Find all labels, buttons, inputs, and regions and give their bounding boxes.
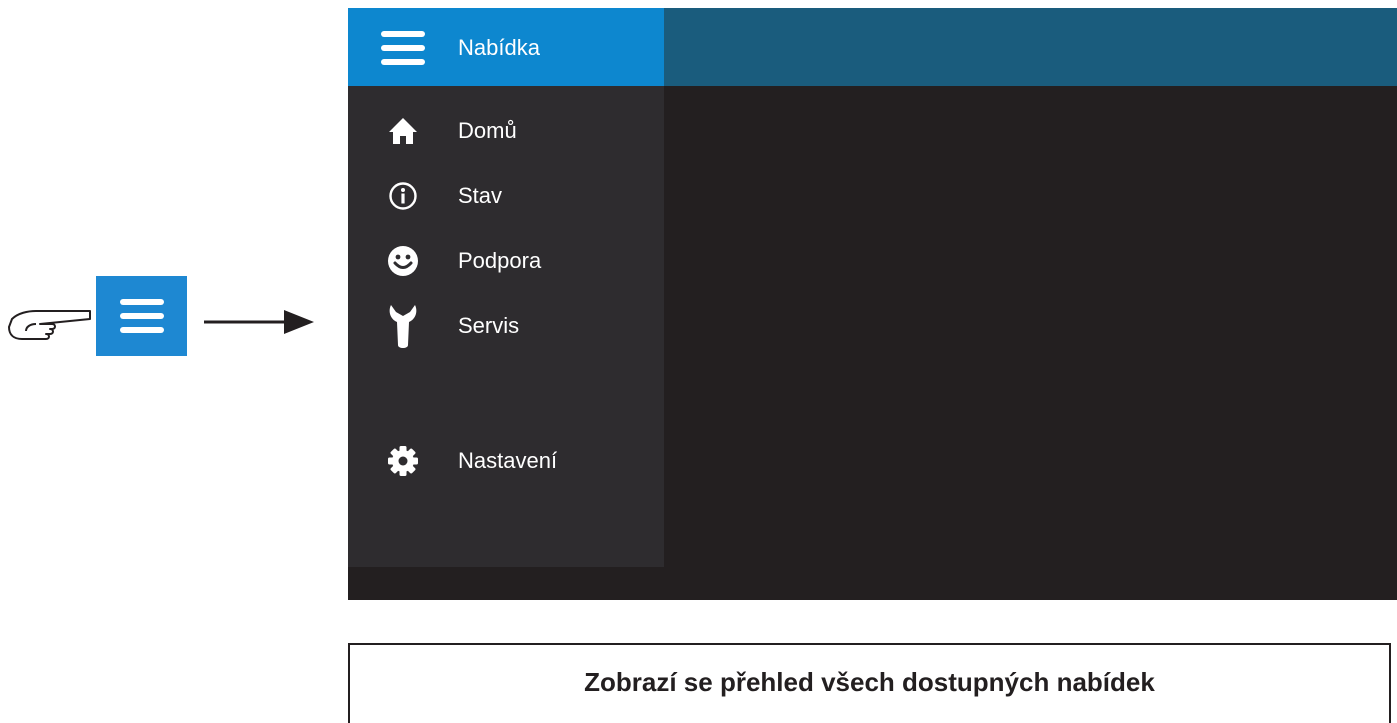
device-screen: Nabídka Domů Stav Podpora Servis Nastave… bbox=[348, 8, 1397, 600]
menu-item-label: Stav bbox=[458, 183, 503, 208]
drawer-header[interactable]: Nabídka bbox=[348, 8, 664, 86]
menu-item-status[interactable]: Stav bbox=[348, 171, 664, 221]
menu-item-home[interactable]: Domů bbox=[348, 106, 664, 156]
menu-item-support[interactable]: Podpora bbox=[348, 236, 664, 286]
drawer-title: Nabídka bbox=[458, 35, 540, 60]
hamburger-menu-icon bbox=[119, 299, 164, 333]
menu-item-label: Podpora bbox=[458, 248, 542, 273]
menu-item-service[interactable]: Servis bbox=[348, 301, 664, 351]
hamburger-menu-button[interactable] bbox=[96, 276, 187, 356]
hamburger-menu-icon[interactable] bbox=[381, 31, 425, 65]
caption-box: Zobrazí se přehled všech dostupných nabí… bbox=[348, 643, 1391, 723]
menu-item-label: Servis bbox=[458, 313, 520, 338]
menu-item-settings[interactable]: Nastavení bbox=[348, 436, 664, 486]
home-icon bbox=[385, 113, 421, 149]
caption-text: Zobrazí se přehled všech dostupných nabí… bbox=[584, 667, 1155, 697]
menu-item-label: Domů bbox=[458, 118, 517, 143]
smiley-icon bbox=[385, 243, 421, 279]
pointing-hand-icon bbox=[8, 310, 91, 340]
gear-icon bbox=[385, 443, 421, 479]
arrow-right-icon bbox=[204, 310, 314, 334]
navigation-drawer: Domů Stav Podpora Servis Nastavení bbox=[348, 86, 664, 567]
menu-item-label: Nastavení bbox=[458, 448, 558, 473]
wrench-icon bbox=[385, 303, 421, 349]
info-icon bbox=[385, 178, 421, 214]
